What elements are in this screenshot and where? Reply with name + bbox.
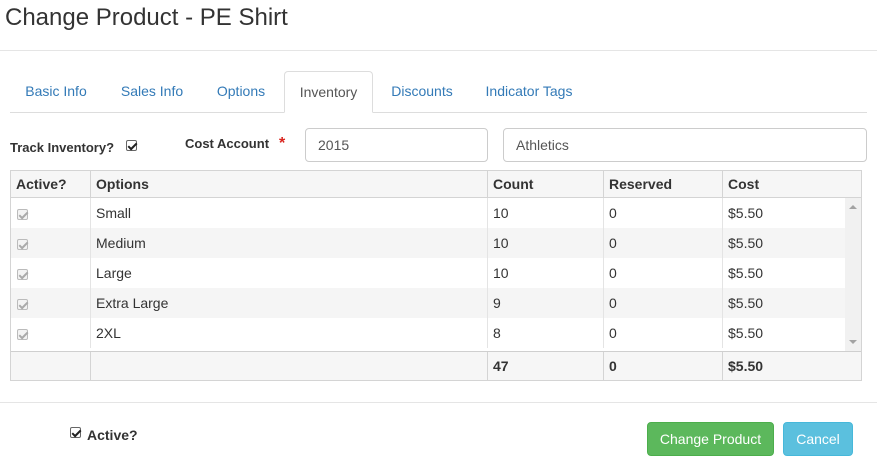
scroll-up-arrow-icon[interactable] (849, 205, 857, 209)
column-header-cost[interactable]: Cost (723, 171, 861, 198)
table-row[interactable]: Large 10 0 $5.50 (11, 258, 845, 288)
table-row[interactable]: Extra Large 9 0 $5.50 (11, 288, 845, 318)
active-cell (11, 258, 91, 288)
column-header-active[interactable]: Active? (11, 171, 91, 198)
tab-bar: Basic Info Sales Info Options Inventory … (10, 71, 867, 113)
header-divider (0, 50, 877, 51)
active-cell (11, 198, 91, 228)
option-cell: Extra Large (91, 288, 488, 318)
count-cell[interactable]: 8 (488, 318, 604, 348)
inventory-grid: Active? Options Count Reserved Cost Smal… (10, 170, 862, 381)
cost-account-code-input[interactable]: 2015 (305, 128, 488, 162)
change-product-button[interactable]: Change Product (647, 422, 774, 456)
required-marker: * (279, 135, 286, 152)
cancel-button[interactable]: Cancel (783, 422, 853, 456)
cost-account-label: Cost Account (185, 136, 270, 151)
grid-totals-row: 47 0 $5.50 (11, 351, 861, 381)
cost-cell[interactable]: $5.50 (723, 198, 845, 228)
tab-indicator-tags[interactable]: Indicator Tags (476, 71, 582, 113)
active-cell (11, 288, 91, 318)
option-cell: Large (91, 258, 488, 288)
total-count-cell: 47 (488, 352, 604, 381)
page-title: Change Product - PE Shirt (5, 4, 288, 31)
product-active-label: Active? (87, 427, 138, 443)
scroll-down-arrow-icon[interactable] (849, 340, 857, 344)
footer-divider (0, 402, 877, 403)
row-active-checkbox[interactable] (17, 239, 28, 250)
total-option-cell (91, 352, 488, 381)
reserved-cell: 0 (604, 228, 723, 258)
count-cell[interactable]: 9 (488, 288, 604, 318)
count-cell[interactable]: 10 (488, 258, 604, 288)
row-active-checkbox[interactable] (17, 269, 28, 280)
cost-cell[interactable]: $5.50 (723, 258, 845, 288)
tab-basic-info[interactable]: Basic Info (13, 71, 99, 113)
cost-cell[interactable]: $5.50 (723, 228, 845, 258)
cost-cell[interactable]: $5.50 (723, 288, 845, 318)
reserved-cell: 0 (604, 318, 723, 348)
tab-inventory[interactable]: Inventory (284, 71, 373, 113)
row-active-checkbox[interactable] (17, 209, 28, 220)
track-inventory-checkbox[interactable] (126, 140, 137, 151)
tab-sales-info[interactable]: Sales Info (106, 71, 198, 113)
product-active-checkbox[interactable] (70, 427, 81, 438)
total-reserved-cell: 0 (604, 352, 723, 381)
total-active-cell (11, 352, 91, 381)
reserved-cell: 0 (604, 258, 723, 288)
tab-options[interactable]: Options (207, 71, 275, 113)
tab-discounts[interactable]: Discounts (382, 71, 462, 113)
reserved-cell: 0 (604, 198, 723, 228)
count-cell[interactable]: 10 (488, 198, 604, 228)
column-header-options[interactable]: Options (91, 171, 488, 198)
cost-account-name-input[interactable]: Athletics (503, 128, 867, 162)
row-active-checkbox[interactable] (17, 329, 28, 340)
row-active-checkbox[interactable] (17, 299, 28, 310)
reserved-cell: 0 (604, 288, 723, 318)
option-cell: Medium (91, 228, 488, 258)
option-cell: Small (91, 198, 488, 228)
grid-scrollbar[interactable] (845, 198, 861, 351)
cost-cell[interactable]: $5.50 (723, 318, 845, 348)
active-cell (11, 318, 91, 348)
table-row[interactable]: Small 10 0 $5.50 (11, 198, 845, 228)
total-cost-cell: $5.50 (728, 358, 764, 374)
count-cell[interactable]: 10 (488, 228, 604, 258)
track-inventory-label: Track Inventory? (10, 140, 115, 155)
option-cell: 2XL (91, 318, 488, 348)
active-cell (11, 228, 91, 258)
table-row[interactable]: Medium 10 0 $5.50 (11, 228, 845, 258)
column-header-count[interactable]: Count (488, 171, 604, 198)
column-header-reserved[interactable]: Reserved (604, 171, 723, 198)
table-row[interactable]: 2XL 8 0 $5.50 (11, 318, 845, 348)
